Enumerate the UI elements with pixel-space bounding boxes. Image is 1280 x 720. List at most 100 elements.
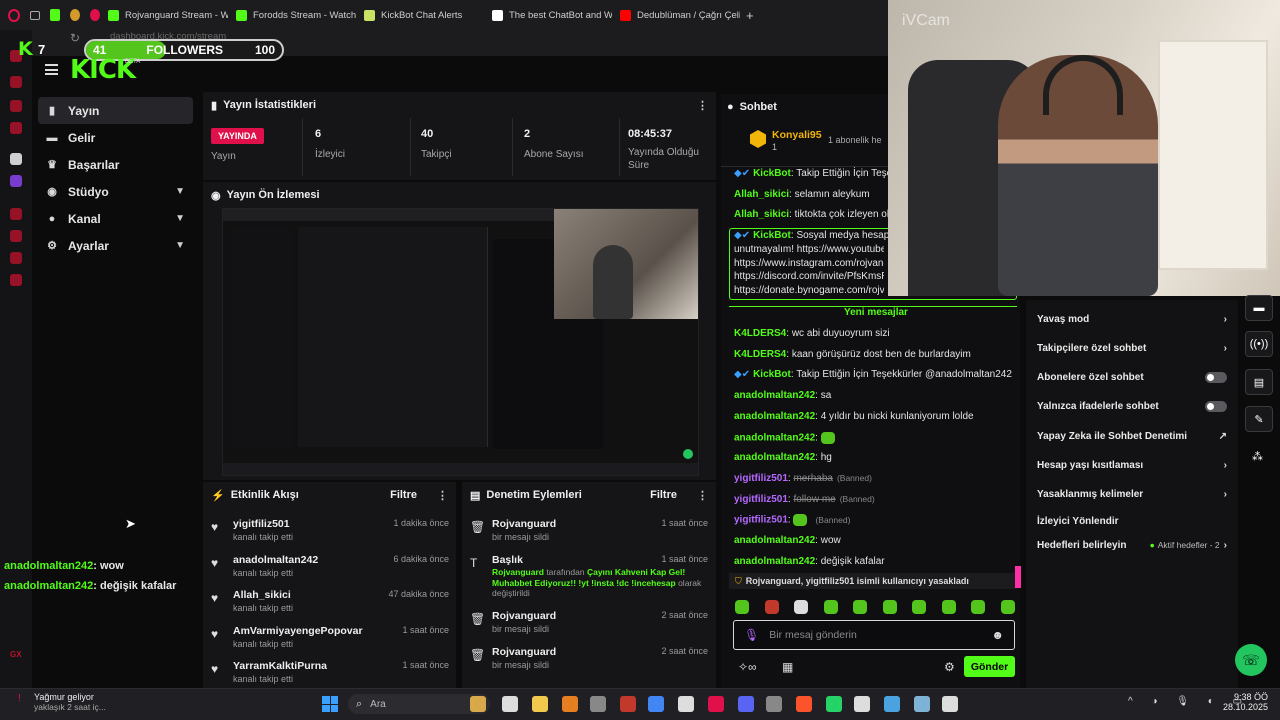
chrome-icon[interactable] bbox=[648, 696, 664, 712]
more-options-icon[interactable]: ⋮ bbox=[437, 489, 448, 502]
rail-clock-icon[interactable] bbox=[10, 230, 22, 242]
rail-app-icon[interactable] bbox=[10, 122, 22, 134]
settings-row-5[interactable]: Hesap yaşı kısıtlaması › bbox=[1037, 456, 1227, 474]
settings-row-3[interactable]: Yalnızca ifadelerle sohbet bbox=[1037, 397, 1227, 415]
emote-icon[interactable] bbox=[941, 600, 956, 614]
chat-username[interactable]: K4LDERS4 bbox=[734, 349, 786, 360]
new-tab-button[interactable]: + bbox=[740, 8, 754, 23]
chat-username[interactable]: KickBot bbox=[753, 369, 791, 380]
moderation-filter-button[interactable]: Filtre bbox=[650, 489, 677, 501]
chat-settings-icon[interactable]: ⚙ bbox=[944, 660, 955, 674]
files-icon[interactable] bbox=[590, 696, 606, 712]
kick-tab-pin-icon[interactable] bbox=[49, 9, 60, 21]
brave-icon[interactable] bbox=[796, 696, 812, 712]
nav-item-0[interactable]: ▮ Yayın bbox=[38, 97, 193, 124]
settings-row-0[interactable]: Yavaş mod › bbox=[1037, 310, 1227, 328]
activity-filter-button[interactable]: Filtre bbox=[390, 489, 417, 501]
emote-icon[interactable] bbox=[971, 600, 986, 614]
emote-icon[interactable] bbox=[764, 600, 779, 614]
chat-username[interactable]: anadolmaltan242 bbox=[734, 432, 815, 443]
activity-user[interactable]: YarramKalktiPurna bbox=[233, 660, 327, 672]
settings-row-8[interactable]: Hedefleri belirleyin ● Aktif hedefler - 2 › bbox=[1037, 536, 1227, 554]
pinned-tab-icon[interactable] bbox=[69, 9, 80, 21]
chat-username[interactable]: Allah_sikici bbox=[734, 209, 789, 220]
menu-toggle-button[interactable] bbox=[45, 64, 58, 75]
nav-item-4[interactable]: ● Kanal ▼ bbox=[38, 205, 193, 232]
chat-link[interactable]: https://discord.com/invite/PfsKmsRM bbox=[734, 271, 884, 282]
notes-icon[interactable] bbox=[884, 696, 900, 712]
settings-row-2[interactable]: Abonelere özel sohbet bbox=[1037, 368, 1227, 386]
browser-tab[interactable]: Forodds Stream - Watch bbox=[228, 0, 356, 30]
browser-tab[interactable]: Dedublüman / Çağrı Çelik bbox=[612, 0, 740, 30]
apps-icon[interactable]: ⁂ bbox=[1252, 450, 1263, 463]
chat-link[interactable]: https://donate.bynogame.com/rojvang bbox=[734, 285, 884, 296]
windows-start-icon[interactable] bbox=[322, 696, 338, 712]
settings-row-1[interactable]: Takipçilere özel sohbet › bbox=[1037, 339, 1227, 357]
chat-input[interactable]: 🎙 Bir mesaj gönderin ☻ bbox=[733, 620, 1015, 650]
activity-user[interactable]: anadolmaltan242 bbox=[233, 554, 318, 566]
chat-link[interactable]: unutmayalım! https://www.youtube.co bbox=[734, 244, 884, 255]
webcam-app-icon[interactable] bbox=[766, 696, 782, 712]
terminal-icon[interactable] bbox=[502, 696, 518, 712]
browser-tab[interactable]: The best ChatBot and W bbox=[484, 0, 612, 30]
chat-toggle-button[interactable]: ▬ bbox=[1245, 295, 1273, 321]
chat-username[interactable]: yigitfiliz501 bbox=[734, 473, 788, 484]
toggle-switch[interactable] bbox=[1205, 371, 1227, 383]
toggle-switch[interactable] bbox=[1205, 400, 1227, 412]
activity-user[interactable]: yigitfiliz501 bbox=[233, 518, 290, 530]
rail-app-icon[interactable] bbox=[10, 76, 22, 88]
emote-icon[interactable] bbox=[882, 600, 897, 614]
taskbar-search[interactable]: ⌕ Ara bbox=[348, 694, 490, 714]
emote-icon[interactable] bbox=[912, 600, 927, 614]
workspace-icon[interactable] bbox=[29, 10, 40, 20]
pinned-user[interactable]: Konyali95 bbox=[772, 129, 822, 141]
emote-icon[interactable] bbox=[1000, 600, 1015, 614]
discord-icon[interactable] bbox=[738, 696, 754, 712]
new-messages-label[interactable]: Yeni mesajlar bbox=[838, 307, 914, 318]
emote-icon[interactable] bbox=[794, 600, 809, 614]
more-options-icon[interactable]: ⋮ bbox=[697, 99, 708, 112]
tools-button[interactable]: ✎ bbox=[1245, 406, 1273, 432]
more-options-icon[interactable]: ⋮ bbox=[697, 489, 708, 502]
chat-username[interactable]: Allah_sikici bbox=[734, 189, 789, 200]
nav-item-1[interactable]: ▬ Gelir bbox=[38, 124, 193, 151]
app-icon[interactable] bbox=[562, 696, 578, 712]
rail-app-icon[interactable] bbox=[10, 208, 22, 220]
chat-username[interactable]: yigitfiliz501 bbox=[734, 494, 788, 505]
steam-icon[interactable] bbox=[942, 696, 958, 712]
folder-icon[interactable] bbox=[532, 696, 548, 712]
broadcast-button[interactable]: ((•)) bbox=[1245, 331, 1273, 357]
store-icon[interactable]: ▦ bbox=[782, 660, 793, 674]
browser-tab[interactable]: KickBot Chat Alerts bbox=[356, 0, 484, 30]
rail-twitch-icon[interactable] bbox=[10, 175, 22, 187]
opera-logo-icon[interactable] bbox=[8, 8, 20, 22]
weather-widget[interactable]: ! Yağmur geliyor yaklaşık 2 saat iç... bbox=[14, 692, 106, 712]
chat-link[interactable]: https://www.instagram.com/rojvangua bbox=[734, 258, 884, 269]
chat-username[interactable]: anadolmaltan242 bbox=[734, 452, 815, 463]
rail-app-icon[interactable] bbox=[10, 100, 22, 112]
emoji-icon[interactable]: ☻ bbox=[991, 628, 1004, 642]
rail-settings-icon[interactable] bbox=[10, 274, 22, 286]
chat-tools-icon[interactable]: ✧∞ bbox=[738, 660, 757, 674]
chat-username[interactable]: yigitfiliz501 bbox=[734, 515, 788, 526]
network-icon[interactable] bbox=[914, 696, 930, 712]
chat-username[interactable]: anadolmaltan242 bbox=[734, 390, 815, 401]
chatgpt-icon[interactable] bbox=[678, 696, 694, 712]
nav-item-2[interactable]: ♛ Başarılar bbox=[38, 151, 193, 178]
whatsapp-icon[interactable] bbox=[826, 696, 842, 712]
activity-user[interactable]: AmVarmiyayengePopovar bbox=[233, 625, 363, 637]
clock[interactable]: 9:38 ÖÖ 28.10.2025 bbox=[1222, 692, 1268, 712]
stream-preview-video[interactable] bbox=[222, 208, 699, 476]
emote-icon[interactable] bbox=[735, 600, 749, 614]
file-explorer-icon[interactable] bbox=[470, 696, 486, 712]
chat-username[interactable]: anadolmaltan242 bbox=[734, 411, 815, 422]
rail-kick-icon[interactable] bbox=[10, 153, 22, 165]
layout-button[interactable]: ▤ bbox=[1245, 369, 1273, 395]
activity-user[interactable]: Allah_sikici bbox=[233, 589, 291, 601]
rail-history-icon[interactable] bbox=[10, 252, 22, 264]
game-icon[interactable] bbox=[854, 696, 870, 712]
settings-row-4[interactable]: Yapay Zeka ile Sohbet Denetimi ↗ bbox=[1037, 427, 1227, 445]
chat-username[interactable]: KickBot bbox=[753, 230, 791, 241]
send-button[interactable]: Gönder bbox=[964, 656, 1015, 677]
emote-icon[interactable] bbox=[823, 600, 838, 614]
